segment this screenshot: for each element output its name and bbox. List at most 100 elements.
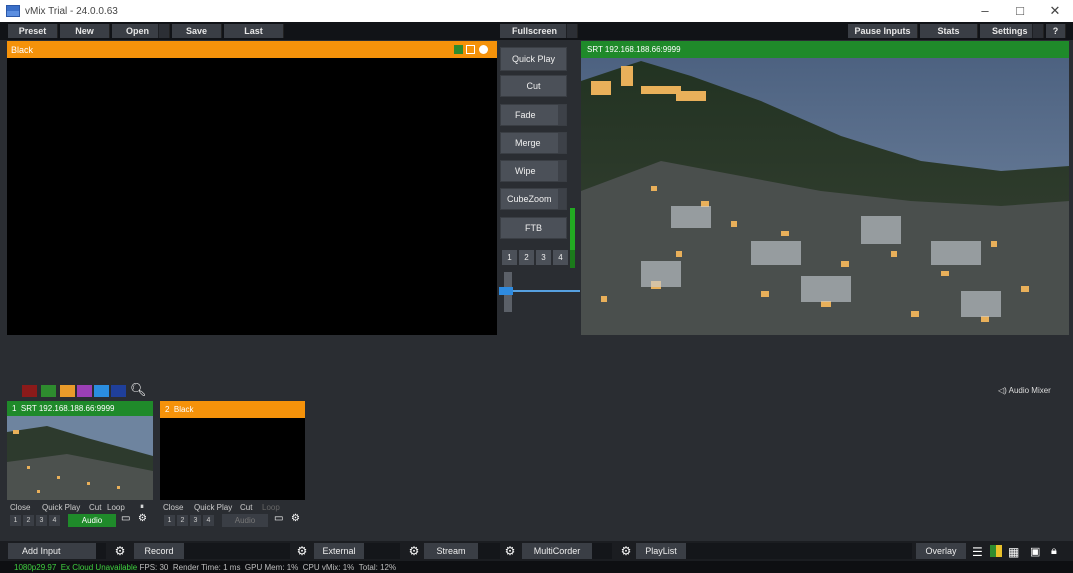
help-button[interactable]: ? [1046,24,1066,38]
color-blue-swatch[interactable] [94,385,109,397]
t-bar-handle[interactable] [499,287,513,295]
input-1-close-button[interactable]: Close [10,503,30,512]
window-title: vMix Trial - 24.0.0.63 [25,5,118,17]
input-1-overlay-2-button[interactable]: 2 [23,515,34,526]
input-1-thumbnail[interactable] [7,416,153,500]
transition-4-button[interactable]: 4 [553,250,568,265]
input-2-loop-button[interactable]: Loop [262,503,280,512]
grid-view-icon[interactable]: ▦ [1008,545,1019,559]
color-orange-swatch[interactable] [60,385,75,397]
title-bar: vMix Trial - 24.0.0.63 – □ ✕ [0,0,1073,22]
input-2-number: 2 [165,405,170,414]
input-1-pin-icon[interactable]: ⏸ [140,502,144,512]
open-button[interactable]: Open [112,24,170,38]
audio-mixer-button[interactable]: ◁) Audio Mixer [998,386,1051,395]
input-2-overlay-1-button[interactable]: 1 [164,515,175,526]
color-view-icon[interactable] [990,545,1002,557]
input-2-overlay-4-button[interactable]: 4 [203,515,214,526]
input-2-close-button[interactable]: Close [163,503,183,512]
overlay-button[interactable]: Overlay [916,543,966,559]
merge-button[interactable]: Merge [500,132,567,154]
stats-button[interactable]: Stats [920,24,978,38]
input-1-video-image [7,416,153,500]
save-button[interactable]: Save [172,24,222,38]
pause-inputs-button[interactable]: Pause Inputs [848,24,918,38]
maximize-icon[interactable]: □ [1005,3,1035,18]
input-1-quick-play-button[interactable]: Quick Play [42,503,80,512]
transition-1-button[interactable]: 1 [502,250,517,265]
wipe-button[interactable]: Wipe [500,160,567,182]
settings-button[interactable]: Settings [980,24,1044,38]
quick-play-button[interactable]: Quick Play [500,47,567,71]
minimize-icon[interactable]: – [970,3,1000,18]
input-1-overlay-4-button[interactable]: 4 [49,515,60,526]
status-render-label: Render Time: [172,562,221,572]
status-render-value: 1 ms [223,562,241,572]
input-2-display-icon[interactable]: ▭ [274,513,283,524]
input-2-gear-icon[interactable]: ⚙ [291,513,300,524]
preset-button[interactable]: Preset [8,24,58,38]
input-1-gear-icon[interactable]: ⚙ [138,513,147,524]
input-2-thumbnail[interactable] [160,418,305,500]
preview-label: Black [11,44,34,55]
multicorder-gear-icon[interactable]: ⚙ [502,543,518,559]
status-gpu-label: GPU Mem: [244,562,285,572]
preview-frame-icon[interactable] [466,45,475,54]
stream-gear-icon[interactable]: ⚙ [406,543,422,559]
transition-2-button[interactable]: 2 [519,250,534,265]
status-cpu-value: 1% [342,562,355,572]
search-icon[interactable]: 🔍︎ [130,382,147,398]
playlist-gear-icon[interactable]: ⚙ [618,543,634,559]
input-1-audio-button[interactable]: Audio [68,514,116,527]
list-view-icon[interactable]: ☰ [972,545,983,559]
transition-3-button[interactable]: 3 [536,250,551,265]
preview-gear-icon[interactable] [479,45,488,54]
record-gear-icon[interactable]: ⚙ [112,543,128,559]
input-1-number: 1 [12,404,17,413]
status-gpu-value: 1% [286,562,299,572]
cubezoom-button[interactable]: CubeZoom [500,188,567,210]
last-button[interactable]: Last [224,24,284,38]
input-2-overlay-2-button[interactable]: 2 [177,515,188,526]
input-1-header[interactable]: 1 SRT 192.168.188.66:9999 [7,401,153,416]
add-input-field [96,543,106,559]
input-1-overlay-3-button[interactable]: 3 [36,515,47,526]
input-2-quick-play-button[interactable]: Quick Play [194,503,232,512]
status-total-value: 12% [380,562,397,572]
input-1-cut-button[interactable]: Cut [89,503,101,512]
input-2-cut-button[interactable]: Cut [240,503,252,512]
input-2-name: Black [173,405,194,414]
input-2-audio-button[interactable]: Audio [222,514,268,527]
input-1-display-icon[interactable]: ▭ [121,513,130,524]
status-ex-value: Cloud Unavailable [72,562,138,572]
master-vu-meter [570,208,575,268]
multicorder-button[interactable]: MultiCorder [522,543,592,559]
fullscreen-button[interactable]: Fullscreen [500,24,578,38]
color-navy-swatch[interactable] [111,385,126,397]
new-button[interactable]: New [60,24,110,38]
output-window[interactable] [581,41,1069,335]
external-gear-icon[interactable]: ⚙ [294,543,310,559]
input-1-overlay-1-button[interactable]: 1 [10,515,21,526]
external-button[interactable]: External [314,543,364,559]
screenshot-icon[interactable]: ▣ [1030,545,1040,558]
input-2-header[interactable]: 2 Black [160,401,305,418]
add-input-button[interactable]: Add Input [8,543,96,559]
preview-green-icon[interactable] [454,45,463,54]
input-1-loop-button[interactable]: Loop [107,503,125,512]
color-red-swatch[interactable] [22,385,37,397]
record-button[interactable]: Record [134,543,184,559]
close-icon[interactable]: ✕ [1040,3,1070,19]
status-bar: 1080p29.97 Ex Cloud Unavailable FPS: 30 … [0,561,1073,573]
color-green-swatch[interactable] [41,385,56,397]
playlist-button[interactable]: PlayList [636,543,686,559]
input-2-overlay-3-button[interactable]: 3 [190,515,201,526]
status-cpu-label: CPU vMix: [302,562,341,572]
lock-icon[interactable]: 🔒︎ [1051,545,1057,558]
stream-button[interactable]: Stream [424,543,478,559]
cut-button[interactable]: Cut [500,75,567,97]
fade-button[interactable]: Fade [500,104,567,126]
ftb-button[interactable]: FTB [500,217,567,239]
preview-window[interactable] [7,41,497,335]
color-purple-swatch[interactable] [77,385,92,397]
